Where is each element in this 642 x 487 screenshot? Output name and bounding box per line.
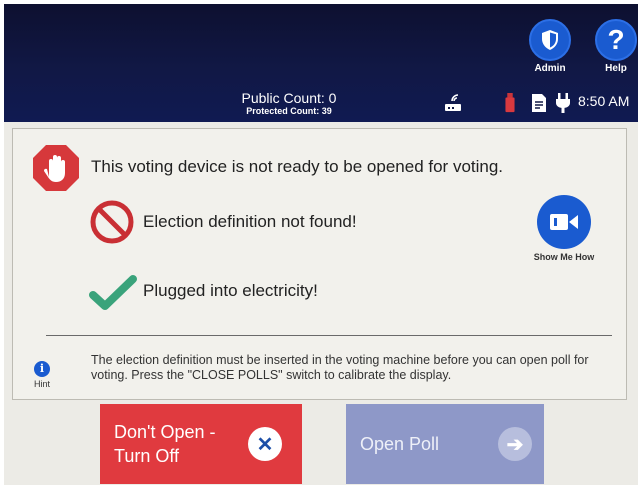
document-icon [532, 94, 546, 112]
hint-text: The election definition must be inserted… [91, 353, 589, 382]
video-camera-icon [537, 195, 591, 249]
shield-icon [529, 19, 571, 61]
admin-label: Admin [534, 63, 566, 74]
power-status-message: Plugged into electricity! [143, 281, 318, 300]
show-me-how-label: Show Me How [533, 252, 595, 262]
hint-label: Hint [33, 379, 50, 389]
arrow-right-icon: ➔ [498, 427, 532, 461]
power-plug-icon [556, 93, 570, 113]
header-bar: Admin ? Help Public Count: 0 Protected C… [4, 4, 638, 122]
open-poll-button[interactable]: Open Poll ➔ [346, 404, 544, 484]
dont-open-label-line2: Turn Off [114, 446, 180, 466]
usb-drive-icon [505, 93, 515, 113]
divider [46, 335, 612, 336]
dont-open-label: Don't Open - Turn Off [114, 420, 216, 468]
protected-count: Protected Count: 39 [246, 106, 332, 116]
help-button[interactable]: ? Help [592, 19, 638, 74]
clock: 8:50 AM [578, 93, 630, 109]
help-glyph: ? [607, 24, 625, 55]
public-count: Public Count: 0 [241, 90, 337, 106]
question-icon: ? [595, 19, 637, 61]
help-label: Help [605, 63, 627, 74]
show-me-how-button[interactable]: Show Me How [526, 195, 602, 262]
stop-hand-icon [33, 145, 79, 191]
status-panel: This voting device is not ready to be op… [12, 128, 627, 400]
open-poll-label: Open Poll [360, 434, 440, 454]
dont-open-label-line1: Don't Open - [114, 422, 216, 442]
network-icon [445, 94, 461, 111]
ballot-counts: Public Count: 0 Protected Count: 39 [204, 90, 374, 116]
close-x-icon: ✕ [248, 427, 282, 461]
admin-button[interactable]: Admin [526, 19, 574, 74]
voting-device-screen: Admin ? Help Public Count: 0 Protected C… [4, 4, 638, 485]
election-definition-error: Election definition not found! [143, 212, 357, 231]
prohibited-icon [90, 200, 134, 244]
hint-indicator: i Hint [31, 361, 53, 389]
info-icon: i [34, 361, 50, 377]
not-ready-message: This voting device is not ready to be op… [91, 157, 504, 176]
dont-open-turn-off-button[interactable]: Don't Open - Turn Off ✕ [100, 404, 302, 484]
checkmark-icon [89, 275, 137, 310]
